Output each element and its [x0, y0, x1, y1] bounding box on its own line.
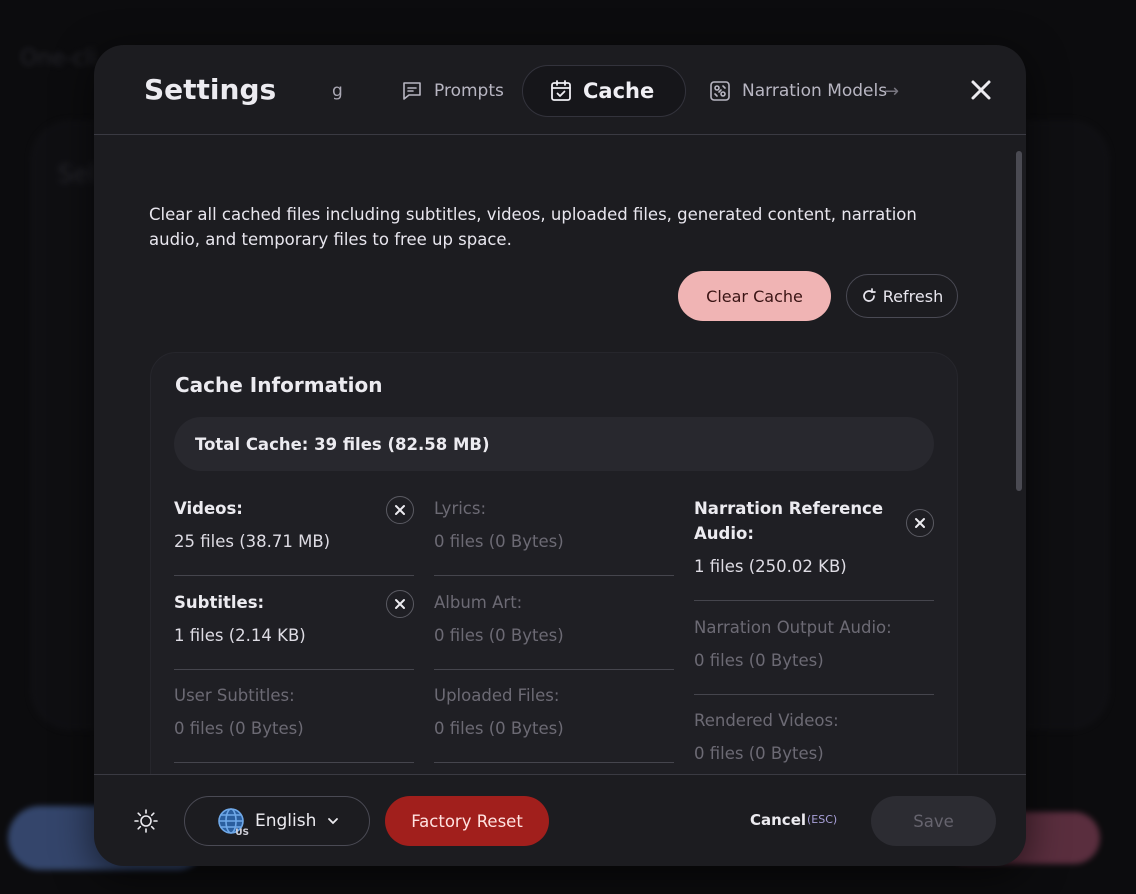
tab-cache[interactable]: Cache — [522, 65, 686, 117]
chevron-down-icon — [328, 818, 339, 825]
save-button[interactable]: Save — [871, 796, 996, 846]
close-icon — [971, 80, 991, 100]
cache-item-videos: Videos: 25 files (38.71 MB) — [174, 496, 414, 576]
clear-cache-button[interactable]: Clear Cache — [678, 271, 831, 321]
cache-item-value: 0 files (0 Bytes) — [434, 626, 564, 645]
tab-narration-models-label: Narration Models — [742, 81, 888, 101]
settings-modal: Settings g Prompts Cache Narration Model… — [94, 45, 1026, 866]
clear-subtitles-button[interactable] — [386, 590, 414, 618]
cancel-shortcut-hint: (ESC) — [807, 813, 838, 826]
cancel-button[interactable]: Cancel — [750, 811, 806, 829]
modal-scrollbar[interactable] — [1014, 141, 1024, 771]
cache-item-label: Videos: — [174, 499, 243, 518]
cache-item-value: 0 files (0 Bytes) — [694, 744, 824, 763]
close-button[interactable] — [966, 75, 996, 105]
background-title: One-cli — [20, 46, 98, 71]
refresh-icon — [862, 288, 876, 302]
cache-item-label: User Subtitles: — [174, 686, 295, 705]
language-select[interactable]: US English — [184, 796, 370, 846]
cache-item-value: 1 files (2.14 KB) — [174, 626, 306, 645]
modal-body: Clear all cached files including subtitl… — [94, 136, 1026, 774]
globe-icon: US — [217, 807, 249, 838]
tab-cache-label: Cache — [583, 79, 655, 103]
cache-item-album-art: Album Art: 0 files (0 Bytes) — [434, 590, 674, 670]
cache-item-label: Rendered Videos: — [694, 711, 839, 730]
cache-item-narration-output-audio: Narration Output Audio: 0 files (0 Bytes… — [694, 615, 934, 695]
cache-item-rendered-videos: Rendered Videos: 0 files (0 Bytes) — [694, 708, 934, 774]
cache-item-value: 0 files (0 Bytes) — [434, 719, 564, 738]
theme-toggle-button[interactable] — [132, 807, 160, 835]
modal-footer: US English Factory Reset Cancel (ESC) Sa… — [94, 774, 1026, 866]
tab-prompts-label: Prompts — [434, 81, 504, 101]
model-icon — [710, 81, 730, 101]
sun-icon — [134, 809, 158, 833]
cache-item-narration-reference-audio: Narration Reference Audio: 1 files (250.… — [694, 496, 934, 601]
cache-item-label: Narration Output Audio: — [694, 618, 892, 637]
cache-item-label: Narration Reference Audio: — [694, 499, 884, 543]
factory-reset-button[interactable]: Factory Reset — [385, 796, 549, 846]
refresh-label: Refresh — [882, 286, 944, 306]
cache-item-value: 0 files (0 Bytes) — [174, 719, 304, 738]
cache-item-label: Lyrics: — [434, 499, 487, 518]
cache-card-title: Cache Information — [175, 373, 383, 397]
clear-narration-reference-button[interactable] — [906, 509, 934, 537]
calendar-check-icon — [551, 80, 571, 101]
chat-icon — [403, 82, 421, 100]
tab-prompts[interactable]: Prompts — [386, 65, 518, 117]
scrollbar-thumb[interactable] — [1016, 151, 1022, 491]
cache-item-value: 25 files (38.71 MB) — [174, 532, 331, 551]
cache-description: Clear all cached files including subtitl… — [149, 205, 917, 249]
cache-item-value: 1 files (250.02 KB) — [694, 557, 847, 576]
cache-item-lyrics: Lyrics: 0 files (0 Bytes) — [434, 496, 674, 576]
cache-item-value: 0 files (0 Bytes) — [694, 651, 824, 670]
tabs-scroll-right-icon[interactable]: → — [884, 81, 899, 102]
background-subtitle: Sel — [58, 160, 95, 188]
tab-narration-models[interactable]: Narration Models — [694, 65, 901, 117]
modal-title: Settings — [144, 73, 277, 106]
cache-item-uploaded-files: Uploaded Files: 0 files (0 Bytes) — [434, 683, 674, 763]
cache-item-subtitles: Subtitles: 1 files (2.14 KB) — [174, 590, 414, 670]
close-icon — [395, 599, 405, 609]
total-cache: Total Cache: 39 files (82.58 MB) — [174, 417, 934, 471]
clear-videos-button[interactable] — [386, 496, 414, 524]
close-icon — [395, 505, 405, 515]
flag-code: US — [235, 828, 249, 838]
cache-information-card: Cache Information Total Cache: 39 files … — [150, 352, 958, 774]
tab-partial[interactable]: g — [332, 81, 343, 101]
cache-item-label: Subtitles: — [174, 593, 265, 612]
refresh-button[interactable]: Refresh — [846, 274, 958, 318]
language-label: English — [255, 811, 317, 831]
cache-item-label: Album Art: — [434, 593, 523, 612]
cache-item-label: Uploaded Files: — [434, 686, 560, 705]
close-icon — [915, 518, 925, 528]
modal-header: Settings g Prompts Cache Narration Model… — [94, 45, 1026, 135]
cache-item-user-subtitles: User Subtitles: 0 files (0 Bytes) — [174, 683, 414, 763]
cache-item-value: 0 files (0 Bytes) — [434, 532, 564, 551]
